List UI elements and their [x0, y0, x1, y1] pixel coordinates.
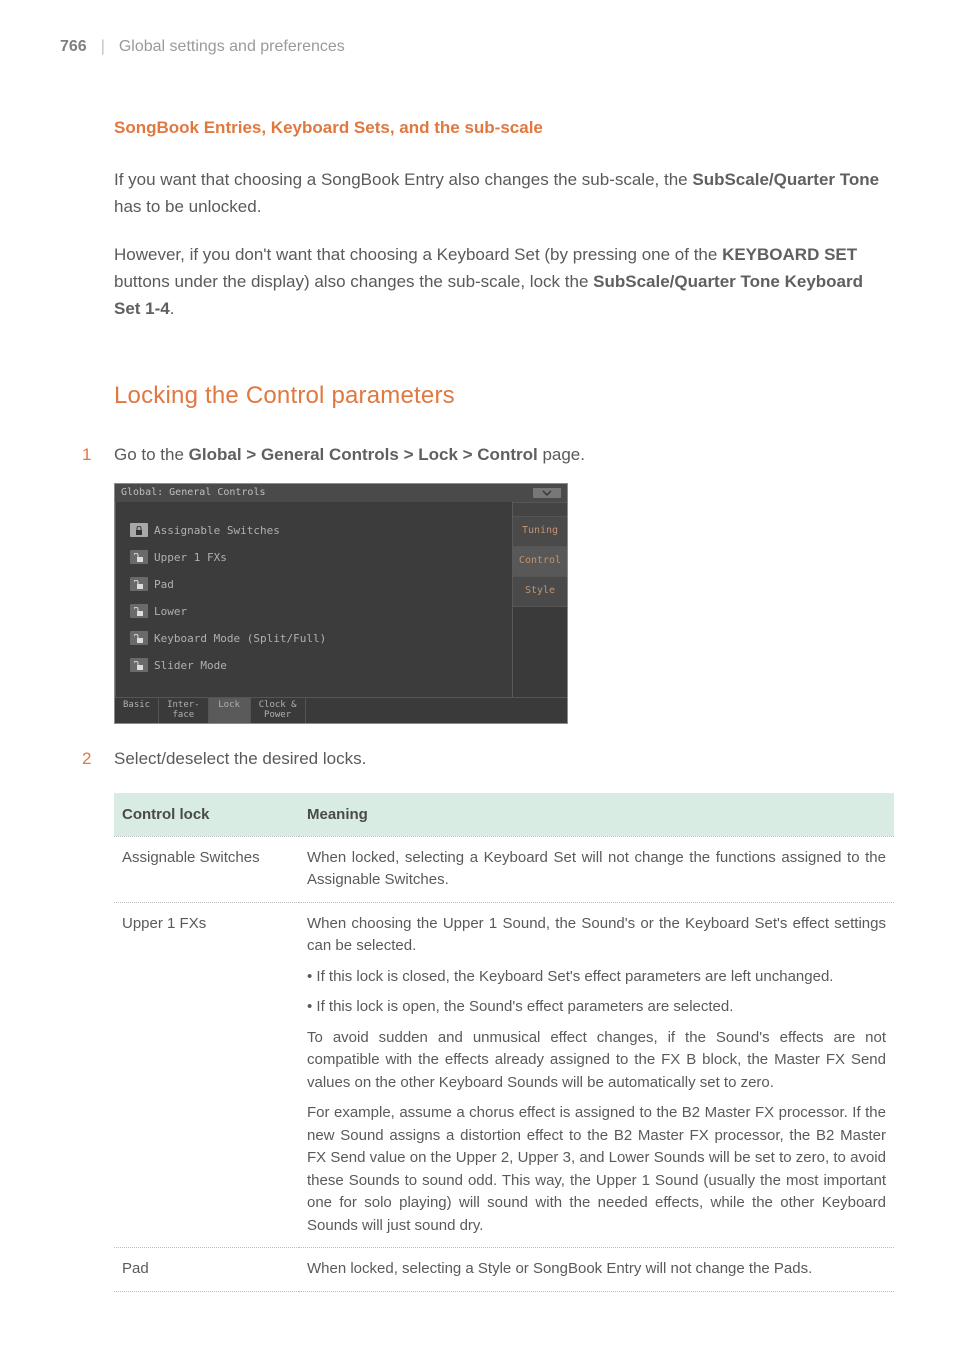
- lock-label: Slider Mode: [154, 657, 227, 674]
- lock-row-upper-1-fxs[interactable]: Upper 1 FXs: [130, 549, 502, 566]
- device-titlebar: Global: General Controls: [115, 484, 567, 502]
- text-run: buttons under the display) also changes …: [114, 272, 593, 291]
- separator: |: [101, 35, 105, 60]
- device-side-tabs: Tuning Control Style: [513, 502, 567, 697]
- step-text: Go to the Global > General Controls > Lo…: [114, 442, 894, 468]
- cell-paragraph: • If this lock is open, the Sound's effe…: [307, 996, 886, 1019]
- lock-label: Upper 1 FXs: [154, 549, 227, 566]
- running-header: 766 | Global settings and preferences: [60, 35, 894, 60]
- text-run-bold: Global > General Controls > Lock > Contr…: [189, 445, 538, 464]
- cell-lock-name: Pad: [114, 1248, 299, 1292]
- cell-lock-name: Assignable Switches: [114, 836, 299, 902]
- lock-label: Lower: [154, 603, 187, 620]
- column-header-meaning: Meaning: [299, 793, 894, 837]
- cell-paragraph: For example, assume a chorus effect is a…: [307, 1102, 886, 1237]
- page-number: 766: [60, 35, 87, 60]
- cell-paragraph: When locked, selecting a Keyboard Set wi…: [307, 847, 886, 892]
- cell-paragraph: To avoid sudden and unmusical effect cha…: [307, 1027, 886, 1095]
- lock-open-icon[interactable]: [130, 577, 148, 591]
- table-row: Assignable Switches When locked, selecti…: [114, 836, 894, 902]
- step-number: 1: [60, 442, 114, 468]
- lock-row-pad[interactable]: Pad: [130, 576, 502, 593]
- bottom-tab-basic[interactable]: Basic: [115, 698, 159, 724]
- lock-row-assignable-switches[interactable]: Assignable Switches: [130, 522, 502, 539]
- text-run: has to be unlocked.: [114, 197, 261, 216]
- text-run: page.: [538, 445, 585, 464]
- device-bottom-tabs: Basic Inter- face Lock Clock & Power: [115, 697, 567, 724]
- embedded-device-screenshot: Global: General Controls Assignable Swit…: [114, 483, 894, 725]
- column-header-name: Control lock: [114, 793, 299, 837]
- table-header-row: Control lock Meaning: [114, 793, 894, 837]
- lock-open-icon[interactable]: [130, 658, 148, 672]
- running-head-text: Global settings and preferences: [119, 35, 345, 60]
- paragraph: However, if you don't want that choosing…: [114, 241, 894, 323]
- device-title: Global: General Controls: [121, 485, 266, 501]
- step-row: 2 Select/deselect the desired locks.: [60, 746, 894, 772]
- lock-row-lower[interactable]: Lower: [130, 603, 502, 620]
- cell-lock-meaning: When locked, selecting a Keyboard Set wi…: [299, 836, 894, 902]
- device-main-panel: Assignable Switches Upper 1 FXs Pad Lowe…: [115, 502, 513, 697]
- lock-label: Pad: [154, 576, 174, 593]
- step-row: 1 Go to the Global > General Controls > …: [60, 442, 894, 468]
- side-tab-style[interactable]: Style: [513, 576, 567, 606]
- menu-chevron-icon[interactable]: [533, 488, 561, 498]
- cell-paragraph: • If this lock is closed, the Keyboard S…: [307, 966, 886, 989]
- bottom-tab-interface[interactable]: Inter- face: [159, 698, 209, 724]
- bottom-tab-clock-power[interactable]: Clock & Power: [251, 698, 306, 724]
- text-run: However, if you don't want that choosing…: [114, 245, 722, 264]
- lock-label: Assignable Switches: [154, 522, 280, 539]
- cell-paragraph: When choosing the Upper 1 Sound, the Sou…: [307, 913, 886, 958]
- lock-open-icon[interactable]: [130, 604, 148, 618]
- text-run-bold: SubScale/Quarter Tone: [692, 170, 879, 189]
- cell-lock-name: Upper 1 FXs: [114, 902, 299, 1248]
- section-heading: Locking the Control parameters: [114, 377, 894, 414]
- step-number: 2: [60, 746, 114, 772]
- lock-row-keyboard-mode[interactable]: Keyboard Mode (Split/Full): [130, 630, 502, 647]
- cell-paragraph: When locked, selecting a Style or SongBo…: [307, 1258, 886, 1281]
- lock-row-slider-mode[interactable]: Slider Mode: [130, 657, 502, 674]
- lock-open-icon[interactable]: [130, 631, 148, 645]
- text-run: .: [170, 299, 175, 318]
- subsection-title: SongBook Entries, Keyboard Sets, and the…: [114, 115, 894, 141]
- paragraph: If you want that choosing a SongBook Ent…: [114, 166, 894, 220]
- lock-label: Keyboard Mode (Split/Full): [154, 630, 326, 647]
- lock-open-icon[interactable]: [130, 550, 148, 564]
- step-text: Select/deselect the desired locks.: [114, 746, 894, 772]
- cell-lock-meaning: When choosing the Upper 1 Sound, the Sou…: [299, 902, 894, 1248]
- text-run: Go to the: [114, 445, 189, 464]
- cell-lock-meaning: When locked, selecting a Style or SongBo…: [299, 1248, 894, 1292]
- text-run-bold: KEYBOARD SET: [722, 245, 857, 264]
- side-tab-tuning[interactable]: Tuning: [513, 516, 567, 546]
- table-row: Upper 1 FXs When choosing the Upper 1 So…: [114, 902, 894, 1248]
- bottom-tab-lock[interactable]: Lock: [209, 698, 251, 724]
- lock-closed-icon[interactable]: [130, 523, 148, 537]
- control-lock-table: Control lock Meaning Assignable Switches…: [114, 793, 894, 1292]
- text-run: If you want that choosing a SongBook Ent…: [114, 170, 692, 189]
- side-tab-control[interactable]: Control: [513, 546, 567, 576]
- table-row: Pad When locked, selecting a Style or So…: [114, 1248, 894, 1292]
